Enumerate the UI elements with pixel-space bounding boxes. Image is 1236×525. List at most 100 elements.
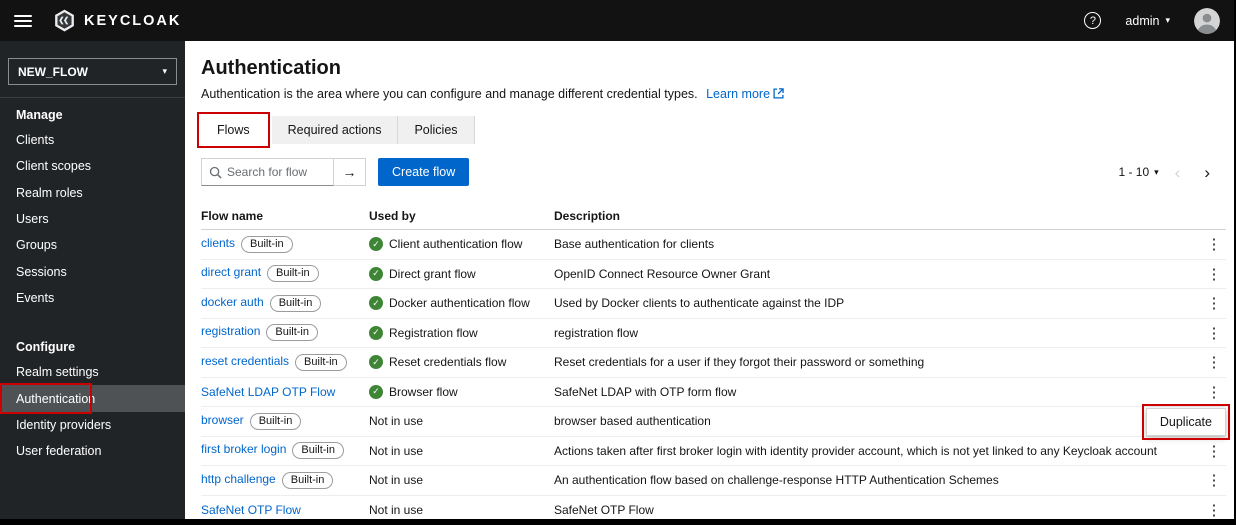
flow-name-link[interactable]: http challenge bbox=[201, 472, 276, 486]
sidebar-item-label: Groups bbox=[16, 238, 57, 253]
keycloak-admin-window: KEYCLOAK ? admin ▾ NEW_FLOW ▾ Manage Cli… bbox=[0, 0, 1236, 525]
flow-name-link[interactable]: docker auth bbox=[201, 295, 264, 309]
page-title: Authentication bbox=[201, 57, 341, 79]
sidebar-item-user-federation[interactable]: User federation bbox=[0, 438, 185, 464]
table-row: http challenge Built-in Not in use An authe… bbox=[201, 466, 1226, 496]
row-actions-cell: ⋮ bbox=[1202, 501, 1226, 519]
sidebar-item-label: Users bbox=[16, 212, 49, 227]
pagination-prev-button[interactable]: ‹ bbox=[1167, 164, 1189, 181]
used-by-text: Registration flow bbox=[389, 325, 478, 340]
sidebar-item-realm-settings[interactable]: Realm settings bbox=[0, 359, 185, 385]
sidebar-item-realm-roles[interactable]: Realm roles bbox=[0, 180, 185, 206]
builtin-badge: Built-in bbox=[249, 412, 302, 430]
builtin-badge: Built-in bbox=[269, 294, 322, 312]
tab-flows[interactable]: Flows bbox=[197, 112, 270, 148]
description-cell: OpenID Connect Resource Owner Grant bbox=[554, 266, 771, 281]
flow-name-link[interactable]: SafeNet LDAP OTP Flow bbox=[201, 385, 335, 399]
content-area: NEW_FLOW ▾ Manage Clients Client scopes … bbox=[0, 41, 1234, 519]
flow-name-link[interactable]: registration bbox=[201, 324, 260, 338]
toolbar: → Create flow 1 - 10 ▾ ‹ › bbox=[201, 158, 1234, 186]
used-by-text: Direct grant flow bbox=[389, 266, 476, 281]
sidebar-item-identity-providers[interactable]: Identity providers bbox=[0, 412, 185, 438]
kebab-menu-icon[interactable]: ⋮ bbox=[1203, 384, 1226, 401]
pagination-range-dropdown[interactable]: 1 - 10 ▾ bbox=[1118, 165, 1158, 179]
top-bar: KEYCLOAK ? admin ▾ bbox=[0, 0, 1234, 41]
flow-name-cell: direct grant Built-in bbox=[201, 265, 369, 283]
sidebar-item-authentication[interactable]: Authentication bbox=[0, 383, 185, 414]
kebab-menu-icon[interactable]: ⋮ bbox=[1203, 236, 1226, 253]
table-row: first broker login Built-in Not in use Acti… bbox=[201, 437, 1226, 466]
kebab-menu-icon[interactable]: ⋮ bbox=[1203, 443, 1226, 460]
realm-selector[interactable]: NEW_FLOW ▾ bbox=[8, 58, 177, 85]
hamburger-menu-icon[interactable] bbox=[14, 14, 32, 27]
sidebar-item-label: Realm settings bbox=[16, 365, 99, 380]
description-cell: An authentication flow based on challeng… bbox=[554, 473, 999, 488]
kebab-menu-icon[interactable]: ⋮ bbox=[1203, 472, 1226, 489]
flow-name-link[interactable]: reset credentials bbox=[201, 354, 289, 368]
sidebar-item-client-scopes[interactable]: Client scopes bbox=[0, 153, 185, 179]
flows-table: Flow name Used by Description clients Bui… bbox=[201, 202, 1234, 519]
table-row: SafeNet LDAP OTP Flow ✓ Browser flow SafeNe… bbox=[201, 378, 1226, 407]
kebab-menu-icon[interactable]: ⋮ bbox=[1203, 502, 1226, 519]
used-by-text: Not in use bbox=[369, 443, 424, 458]
description-cell: Used by Docker clients to authenticate a… bbox=[554, 296, 845, 311]
used-by-cell: Not in use bbox=[369, 503, 554, 517]
user-name: admin bbox=[1125, 13, 1160, 28]
kebab-menu-icon[interactable]: ⋮ bbox=[1203, 295, 1226, 312]
flow-name-link[interactable]: direct grant bbox=[201, 265, 261, 279]
builtin-badge: Built-in bbox=[281, 471, 334, 489]
nav-section-manage: Manage Clients Client scopes Realm roles… bbox=[0, 98, 185, 311]
pagination-range: 1 - 10 bbox=[1118, 165, 1150, 179]
kebab-menu-icon[interactable]: ⋮ bbox=[1203, 266, 1226, 283]
sidebar-item-clients[interactable]: Clients bbox=[0, 127, 185, 153]
used-by-text: Not in use bbox=[369, 473, 424, 488]
sidebar-item-label: Realm roles bbox=[16, 185, 83, 200]
search-submit-button[interactable]: → bbox=[334, 158, 366, 186]
flow-name-link[interactable]: SafeNet OTP Flow bbox=[201, 503, 301, 517]
sidebar-item-sessions[interactable]: Sessions bbox=[0, 258, 185, 284]
nav-section-configure: Configure Realm settings Authentication … bbox=[0, 330, 185, 464]
sidebar-item-label: Identity providers bbox=[16, 417, 112, 432]
tab-policies[interactable]: Policies bbox=[398, 116, 475, 144]
flow-name-link[interactable]: clients bbox=[201, 236, 235, 250]
kebab-menu-icon[interactable]: ⋮ bbox=[1203, 325, 1226, 342]
column-header-description: Description bbox=[554, 208, 621, 223]
chevron-down-icon: ▾ bbox=[1165, 15, 1170, 25]
row-actions-cell: ⋮ bbox=[1202, 324, 1226, 342]
create-flow-button[interactable]: Create flow bbox=[378, 158, 470, 186]
kebab-menu-icon[interactable]: ⋮ bbox=[1203, 354, 1226, 371]
pagination: 1 - 10 ▾ ‹ › bbox=[1118, 164, 1218, 181]
used-by-cell: ✓ Direct grant flow bbox=[369, 266, 554, 281]
context-menu-item-duplicate[interactable]: Duplicate bbox=[1147, 409, 1225, 435]
keycloak-logo[interactable]: KEYCLOAK bbox=[52, 8, 181, 33]
avatar[interactable] bbox=[1194, 7, 1220, 34]
row-actions-cell: ⋮ bbox=[1202, 353, 1226, 371]
search-input[interactable] bbox=[227, 165, 326, 179]
tab-label: Flows bbox=[217, 123, 250, 137]
external-link-icon bbox=[773, 87, 784, 104]
used-by-cell: ✓ Reset credentials flow bbox=[369, 355, 554, 370]
description-cell: Actions taken after first broker login w… bbox=[554, 443, 1157, 458]
topbar-right: ? admin ▾ bbox=[1084, 7, 1220, 34]
help-icon[interactable]: ? bbox=[1084, 12, 1102, 29]
builtin-badge: Built-in bbox=[295, 353, 347, 371]
main-panel: Authentication Authentication is the are… bbox=[185, 41, 1234, 519]
chevron-down-icon: ▾ bbox=[162, 66, 167, 76]
pagination-next-button[interactable]: › bbox=[1196, 164, 1218, 181]
learn-more-link[interactable]: Learn more bbox=[706, 87, 770, 101]
sidebar-item-users[interactable]: Users bbox=[0, 206, 185, 232]
realm-selector-wrap: NEW_FLOW ▾ bbox=[0, 41, 185, 98]
used-by-cell: ✓ Client authentication flow bbox=[369, 237, 554, 252]
tab-required-actions[interactable]: Required actions bbox=[271, 116, 399, 144]
sidebar-item-label: Sessions bbox=[16, 264, 67, 279]
flow-name-link[interactable]: first broker login bbox=[201, 442, 286, 456]
check-circle-icon: ✓ bbox=[369, 384, 383, 399]
column-header-used-by: Used by bbox=[369, 208, 416, 223]
description-cell: Base authentication for clients bbox=[554, 237, 715, 252]
column-header-flow-name: Flow name bbox=[201, 208, 264, 223]
flow-name-cell: browser Built-in bbox=[201, 412, 369, 430]
sidebar-item-groups[interactable]: Groups bbox=[0, 232, 185, 258]
flow-name-link[interactable]: browser bbox=[201, 413, 244, 427]
sidebar-item-events[interactable]: Events bbox=[0, 285, 185, 311]
user-menu[interactable]: admin ▾ bbox=[1125, 14, 1170, 28]
